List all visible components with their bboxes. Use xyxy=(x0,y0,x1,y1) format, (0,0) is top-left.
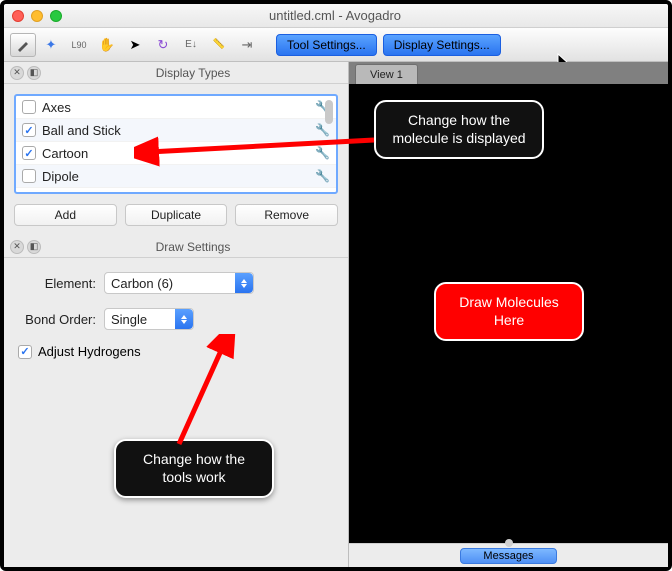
settings-icon[interactable]: 🔧 xyxy=(315,169,330,183)
checkbox[interactable] xyxy=(22,100,36,114)
adjust-hydrogens-checkbox[interactable] xyxy=(18,345,32,359)
callout-draw: Draw Molecules Here xyxy=(434,282,584,341)
hand-tool-icon[interactable]: ✋ xyxy=(94,33,120,57)
titlebar: untitled.cml - Avogadro xyxy=(4,4,668,28)
list-item[interactable]: Dipole 🔧 xyxy=(16,165,336,188)
list-item[interactable]: Axes 🔧 xyxy=(16,96,336,119)
bond-order-value: Single xyxy=(111,312,147,327)
drag-handle-icon[interactable] xyxy=(505,539,513,547)
checkbox[interactable] xyxy=(22,146,36,160)
draw-settings-header: ✕ ◧ Draw Settings xyxy=(4,236,348,258)
list-item-label: Axes xyxy=(42,100,309,115)
element-value: Carbon (6) xyxy=(111,276,173,291)
list-item-label: Cartoon xyxy=(42,146,309,161)
checkbox[interactable] xyxy=(22,123,36,137)
settings-icon[interactable]: 🔧 xyxy=(315,123,330,137)
callout-tools: Change how the tools work xyxy=(114,439,274,498)
list-item-label: Dipole xyxy=(42,169,309,184)
window-title: untitled.cml - Avogadro xyxy=(2,8,668,23)
scrollbar-thumb[interactable] xyxy=(325,100,333,124)
tool-settings-button[interactable]: Tool Settings... xyxy=(276,34,377,56)
draw-tool-icon[interactable] xyxy=(10,33,36,57)
settings-icon[interactable]: 🔧 xyxy=(315,146,330,160)
tab-view1[interactable]: View 1 xyxy=(355,64,418,84)
stepper-arrows-icon[interactable] xyxy=(175,309,193,329)
close-panel-icon[interactable]: ✕ xyxy=(10,66,24,80)
stepper-arrows-icon[interactable] xyxy=(235,273,253,293)
display-types-header: ✕ ◧ Display Types xyxy=(4,62,348,84)
measure-tool-icon[interactable]: 📏 xyxy=(206,33,232,57)
remove-button[interactable]: Remove xyxy=(235,204,338,226)
rotate-tool-icon[interactable]: ↻ xyxy=(150,33,176,57)
angle-tool-icon[interactable]: L90 xyxy=(66,33,92,57)
messages-button[interactable]: Messages xyxy=(460,548,556,564)
detach-panel-icon[interactable]: ◧ xyxy=(27,240,41,254)
list-item-label: Ball and Stick xyxy=(42,123,309,138)
align-tool-icon[interactable]: ⇥ xyxy=(234,33,260,57)
detach-panel-icon[interactable]: ◧ xyxy=(27,66,41,80)
toolbar: ✦ L90 ✋ ➤ ↻ E↓ 📏 ⇥ Tool Settings... Disp… xyxy=(4,28,668,62)
bond-order-label: Bond Order: xyxy=(18,312,96,327)
navigate-tool-icon[interactable]: ✦ xyxy=(38,33,64,57)
bond-order-select[interactable]: Single xyxy=(104,308,194,330)
messages-bar: Messages xyxy=(349,543,668,567)
duplicate-button[interactable]: Duplicate xyxy=(125,204,228,226)
draw-settings-title: Draw Settings xyxy=(44,240,342,254)
close-panel-icon[interactable]: ✕ xyxy=(10,240,24,254)
adjust-hydrogens-label: Adjust Hydrogens xyxy=(38,344,141,359)
view-tabbar: View 1 xyxy=(349,62,668,84)
display-types-title: Display Types xyxy=(44,66,342,80)
element-select[interactable]: Carbon (6) xyxy=(104,272,254,294)
checkbox[interactable] xyxy=(22,169,36,183)
select-tool-icon[interactable]: ➤ xyxy=(122,33,148,57)
display-settings-button[interactable]: Display Settings... xyxy=(383,34,501,56)
display-types-list[interactable]: Axes 🔧 Ball and Stick 🔧 Cartoon 🔧 xyxy=(14,94,338,194)
list-item[interactable]: Ball and Stick 🔧 xyxy=(16,119,336,142)
optimize-tool-icon[interactable]: E↓ xyxy=(178,33,204,57)
add-button[interactable]: Add xyxy=(14,204,117,226)
callout-display: Change how the molecule is displayed xyxy=(374,100,544,159)
element-label: Element: xyxy=(18,276,96,291)
list-item[interactable]: Cartoon 🔧 xyxy=(16,142,336,165)
